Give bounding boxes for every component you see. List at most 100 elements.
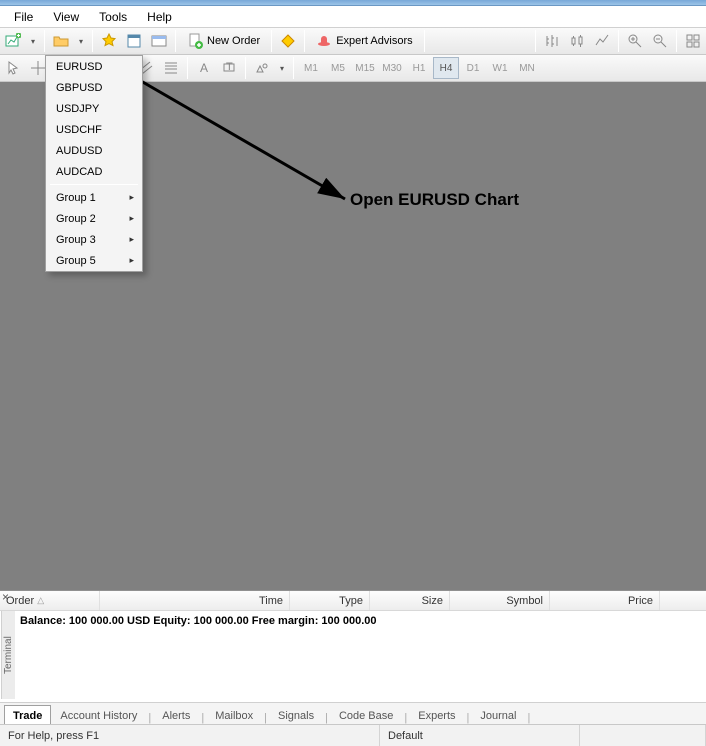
toolbar-separator xyxy=(245,57,246,79)
timeframe-m1[interactable]: M1 xyxy=(298,57,324,79)
tab-alerts[interactable]: Alerts xyxy=(153,705,199,724)
menu-help[interactable]: Help xyxy=(137,8,182,26)
text-button[interactable]: A xyxy=(192,57,216,80)
dropdown-item-eurusd[interactable]: EURUSD xyxy=(46,56,142,77)
dropdown-separator xyxy=(50,184,138,185)
expert-advisors-button[interactable]: Expert Advisors xyxy=(309,30,419,53)
menu-label: Group 5 xyxy=(56,255,96,267)
status-spacer xyxy=(580,725,706,746)
timeframe-m15[interactable]: M15 xyxy=(352,57,378,79)
dropdown-item-audcad[interactable]: AUDCAD xyxy=(46,161,142,182)
shapes-icon xyxy=(254,60,270,76)
candlestick-button[interactable] xyxy=(565,30,589,53)
menu-label: USDCHF xyxy=(56,124,102,136)
text-label-button[interactable]: T xyxy=(217,57,241,80)
zoom-in-button[interactable] xyxy=(623,30,647,53)
expert-advisors-label: Expert Advisors xyxy=(336,35,412,47)
toolbar-separator xyxy=(618,30,619,52)
terminal-header-row: Order △ Time Type Size Symbol Price xyxy=(0,591,706,611)
balance-row[interactable]: Balance: 100 000.00 USD Equity: 100 000.… xyxy=(0,611,706,631)
annotation-label: Open EURUSD Chart xyxy=(350,190,519,210)
chart-dropdown-button[interactable]: ▾ xyxy=(26,30,40,53)
fibonacci-button[interactable] xyxy=(159,57,183,80)
svg-text:T: T xyxy=(226,61,233,73)
tab-trade[interactable]: Trade xyxy=(4,705,51,724)
dropdown-item-usdjpy[interactable]: USDJPY xyxy=(46,98,142,119)
menu-label: GBPUSD xyxy=(56,82,102,94)
tab-signals[interactable]: Signals xyxy=(269,705,323,724)
toolbar-separator xyxy=(44,30,45,52)
dropdown-item-gbpusd[interactable]: GBPUSD xyxy=(46,77,142,98)
dropdown-item-group3[interactable]: Group 3▸ xyxy=(46,229,142,250)
tile-button[interactable] xyxy=(681,30,705,53)
terminal-icon xyxy=(151,33,167,49)
dropdown-item-group5[interactable]: Group 5 ▸ xyxy=(46,250,142,271)
tab-code-base[interactable]: Code Base xyxy=(330,705,402,724)
fibonacci-icon xyxy=(163,60,179,76)
new-order-button[interactable]: New Order xyxy=(180,30,267,53)
dropdown-item-group2[interactable]: Group 2▸ xyxy=(46,208,142,229)
zoom-in-icon xyxy=(627,33,643,49)
menu-file[interactable]: File xyxy=(4,8,43,26)
bar-chart-button[interactable] xyxy=(540,30,564,53)
tab-account-history[interactable]: Account History xyxy=(51,705,146,724)
status-profile[interactable]: Default xyxy=(380,725,580,746)
expert-hat-icon xyxy=(316,33,332,49)
dropdown-item-audusd[interactable]: AUDUSD xyxy=(46,140,142,161)
chevron-down-icon: ▾ xyxy=(31,37,35,46)
terminal-tabs: Terminal Trade Account History| Alerts| … xyxy=(0,702,706,724)
col-order[interactable]: Order △ xyxy=(0,591,100,610)
label-icon: T xyxy=(221,60,237,76)
tab-divider: | xyxy=(199,712,206,724)
shapes-button[interactable] xyxy=(250,57,274,80)
plus-document-icon xyxy=(187,33,203,49)
line-chart-button[interactable] xyxy=(590,30,614,53)
menubar: File View Tools Help xyxy=(0,6,706,28)
dropdown-item-group1[interactable]: Group 1▸ xyxy=(46,187,142,208)
tile-icon xyxy=(685,33,701,49)
menu-tools[interactable]: Tools xyxy=(89,8,137,26)
terminal-side-label: Terminal xyxy=(1,611,15,699)
shapes-dropdown[interactable]: ▾ xyxy=(275,57,289,80)
text-a-icon: A xyxy=(200,61,208,75)
autotrading-button[interactable] xyxy=(276,30,300,53)
toolbar-separator xyxy=(676,30,677,52)
menu-label: USDJPY xyxy=(56,103,99,115)
col-size[interactable]: Size xyxy=(370,591,450,610)
new-order-label: New Order xyxy=(207,35,260,47)
crosshair-icon xyxy=(30,60,46,76)
timeframe-m5[interactable]: M5 xyxy=(325,57,351,79)
col-type[interactable]: Type xyxy=(290,591,370,610)
profiles-dropdown[interactable]: ▾ xyxy=(74,30,88,53)
profiles-button[interactable] xyxy=(49,30,73,53)
terminal-close-button[interactable]: × xyxy=(2,590,9,604)
zoom-out-button[interactable] xyxy=(648,30,672,53)
dropdown-item-usdchf[interactable]: USDCHF xyxy=(46,119,142,140)
timeframe-h1[interactable]: H1 xyxy=(406,57,432,79)
menu-label: EURUSD xyxy=(56,61,102,73)
market-watch-button[interactable] xyxy=(97,30,121,53)
new-chart-button[interactable] xyxy=(1,30,25,53)
col-price[interactable]: Price xyxy=(550,591,660,610)
timeframe-m30[interactable]: M30 xyxy=(379,57,405,79)
col-symbol[interactable]: Symbol xyxy=(450,591,550,610)
tab-experts[interactable]: Experts xyxy=(409,705,464,724)
submenu-arrow-icon: ▸ xyxy=(129,234,134,245)
timeframe-h4[interactable]: H4 xyxy=(433,57,459,79)
terminal-panel: × Order △ Time Type Size Symbol Price Ba… xyxy=(0,590,706,724)
tab-journal[interactable]: Journal xyxy=(471,705,525,724)
terminal-button[interactable] xyxy=(147,30,171,53)
menu-view[interactable]: View xyxy=(43,8,89,26)
timeframe-mn[interactable]: MN xyxy=(514,57,540,79)
toolbar-main: ▾ ▾ New Order Expert Advisor xyxy=(0,28,706,55)
submenu-arrow-icon: ▸ xyxy=(129,255,134,266)
timeframe-d1[interactable]: D1 xyxy=(460,57,486,79)
col-time[interactable]: Time xyxy=(100,591,290,610)
navigator-button[interactable] xyxy=(122,30,146,53)
line-chart-icon xyxy=(594,33,610,49)
timeframe-w1[interactable]: W1 xyxy=(487,57,513,79)
cursor-button[interactable] xyxy=(1,57,25,80)
tab-mailbox[interactable]: Mailbox xyxy=(206,705,262,724)
tab-divider: | xyxy=(525,712,532,724)
candlestick-icon xyxy=(569,33,585,49)
